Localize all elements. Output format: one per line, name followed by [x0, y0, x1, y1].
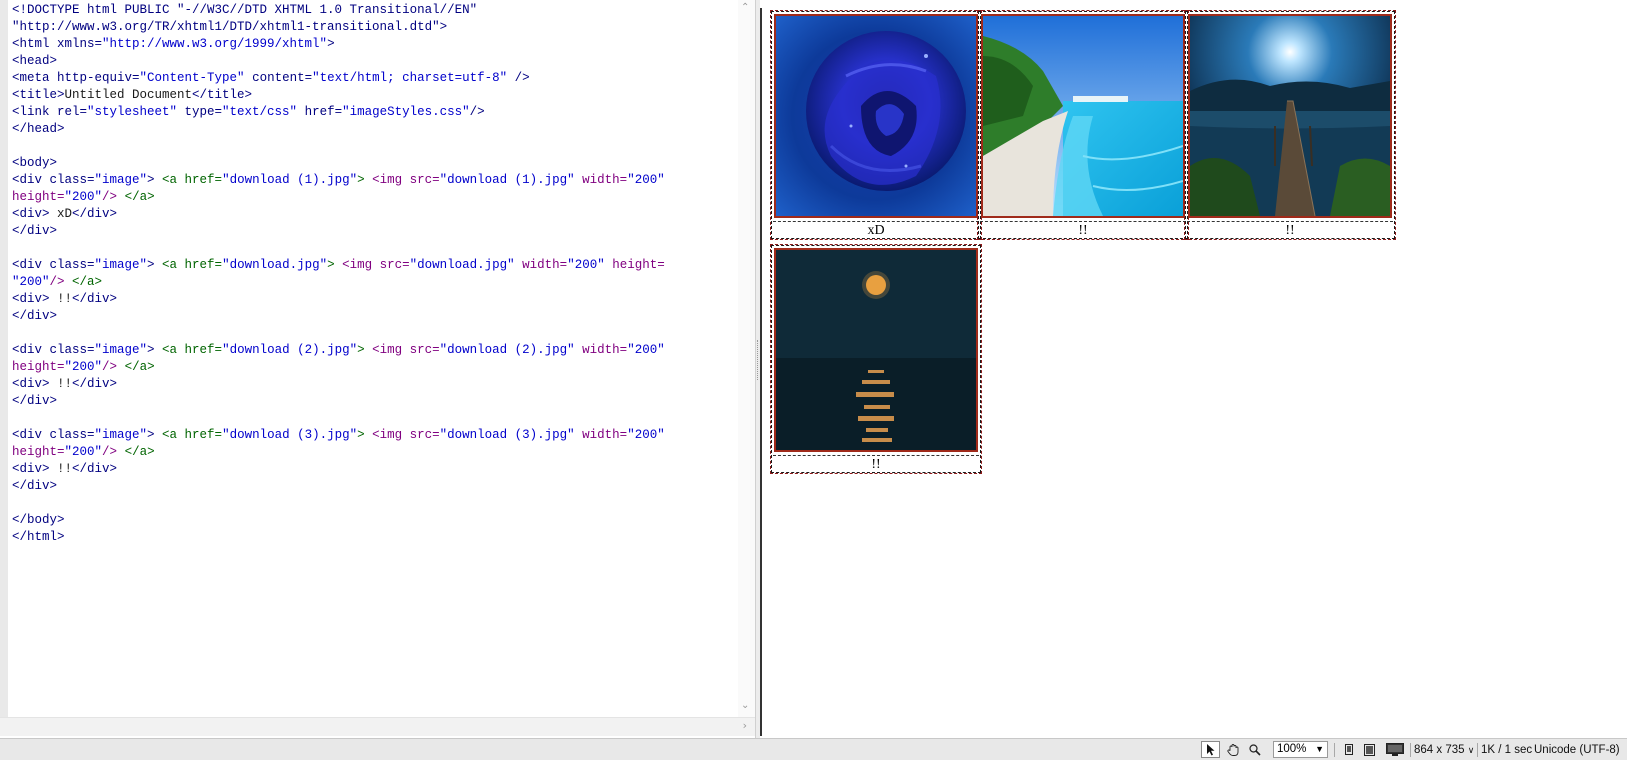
code-line: height="200"/> </a> [12, 360, 155, 374]
code-line: </div> [12, 309, 58, 323]
mobile-size-icon[interactable] [1339, 741, 1358, 758]
code-line: </div> [12, 394, 58, 408]
image-link[interactable] [774, 248, 978, 452]
code-line: height="200"/> </a> [12, 190, 155, 204]
encoding-label: Unicode (UTF-8) [1534, 744, 1620, 756]
select-pointer-icon[interactable] [1201, 741, 1220, 758]
code-line: </body> [12, 513, 65, 527]
code-line: <div class="image"> <a href="download (2… [12, 343, 665, 357]
image-caption: !! [980, 221, 1186, 238]
code-line: </head> [12, 122, 65, 136]
zoom-select[interactable]: 100% ▼ [1273, 741, 1328, 758]
divider [1334, 743, 1335, 757]
code-line: <!DOCTYPE html PUBLIC "-//W3C//DTD XHTML… [12, 3, 478, 17]
lake-pier-night-photo [1190, 16, 1390, 216]
image-caption: !! [1187, 221, 1393, 238]
code-line: <div class="image"> <a href="download (1… [12, 173, 665, 187]
tropical-beach-photo [983, 16, 1183, 216]
image-caption: xD [773, 221, 979, 238]
code-line: "http://www.w3.org/TR/xhtml1/DTD/xhtml1-… [12, 20, 448, 34]
code-line: <meta http-equiv="Content-Type" content=… [12, 71, 530, 85]
image-card: !! [770, 244, 982, 474]
code-horizontal-scrollbar[interactable]: › [0, 717, 755, 736]
code-line: <div class="image"> <a href="download.jp… [12, 258, 665, 272]
zoom-value: 100% [1277, 743, 1307, 755]
status-bar: 100% ▼ 864 x 735 ∨ 1K / 1 sec Unicode (U… [0, 738, 1627, 760]
image-card: !! [977, 10, 1189, 240]
code-line: <div> xD</div> [12, 207, 118, 221]
code-line: <link rel="stylesheet" type="text/css" h… [12, 105, 485, 119]
window-size-menu[interactable]: 864 x 735 ∨ [1414, 742, 1474, 758]
desktop-size-icon[interactable] [1383, 741, 1407, 758]
code-line: height="200"/> </a> [12, 445, 155, 459]
code-gutter [0, 0, 8, 717]
moon-over-sea-photo [776, 250, 976, 450]
window-dimensions: 864 x 735 [1414, 744, 1465, 756]
divider [1477, 743, 1478, 757]
image-card: !! [1184, 10, 1396, 240]
image-link[interactable] [774, 14, 978, 218]
code-view-pane[interactable]: <!DOCTYPE html PUBLIC "-//W3C//DTD XHTML… [0, 0, 755, 738]
code-line: </div> [12, 479, 58, 493]
zoom-tool-icon[interactable] [1245, 741, 1264, 758]
code-line: <title>Untitled Document</title> [12, 88, 253, 102]
code-vertical-scrollbar[interactable]: ⌃ ⌄ [738, 0, 755, 717]
scroll-down-icon[interactable]: ⌄ [741, 700, 749, 711]
code-editor[interactable]: <!DOCTYPE html PUBLIC "-//W3C//DTD XHTML… [12, 2, 732, 714]
code-line: <head> [12, 54, 58, 68]
code-line: </div> [12, 224, 58, 238]
code-line: <div> !!</div> [12, 377, 118, 391]
image-link[interactable] [981, 14, 1185, 218]
code-line: "200"/> </a> [12, 275, 103, 289]
blue-rose-photo [776, 16, 976, 216]
chevron-down-icon: ∨ [1467, 745, 1475, 755]
code-line: <div class="image"> <a href="download (3… [12, 428, 665, 442]
file-size-download-time: 1K / 1 sec [1481, 744, 1533, 756]
image-caption: !! [773, 455, 979, 472]
tablet-size-icon[interactable] [1360, 741, 1379, 758]
image-link[interactable] [1188, 14, 1392, 218]
scroll-up-icon[interactable]: ⌃ [741, 2, 749, 13]
scroll-right-icon[interactable]: › [743, 719, 747, 732]
hand-tool-icon[interactable] [1223, 741, 1242, 758]
image-card: xD [770, 10, 982, 240]
live-view-pane[interactable]: xD !! !! !! [762, 0, 1627, 738]
chevron-down-icon: ▼ [1315, 744, 1324, 754]
code-line: <html xmlns="http://www.w3.org/1999/xhtm… [12, 37, 335, 51]
code-line: <div> !!</div> [12, 292, 118, 306]
code-line: <body> [12, 156, 58, 170]
code-line: <div> !!</div> [12, 462, 118, 476]
code-line: </html> [12, 530, 65, 544]
divider [1410, 743, 1411, 757]
splitter-grip-icon[interactable] [757, 340, 759, 380]
